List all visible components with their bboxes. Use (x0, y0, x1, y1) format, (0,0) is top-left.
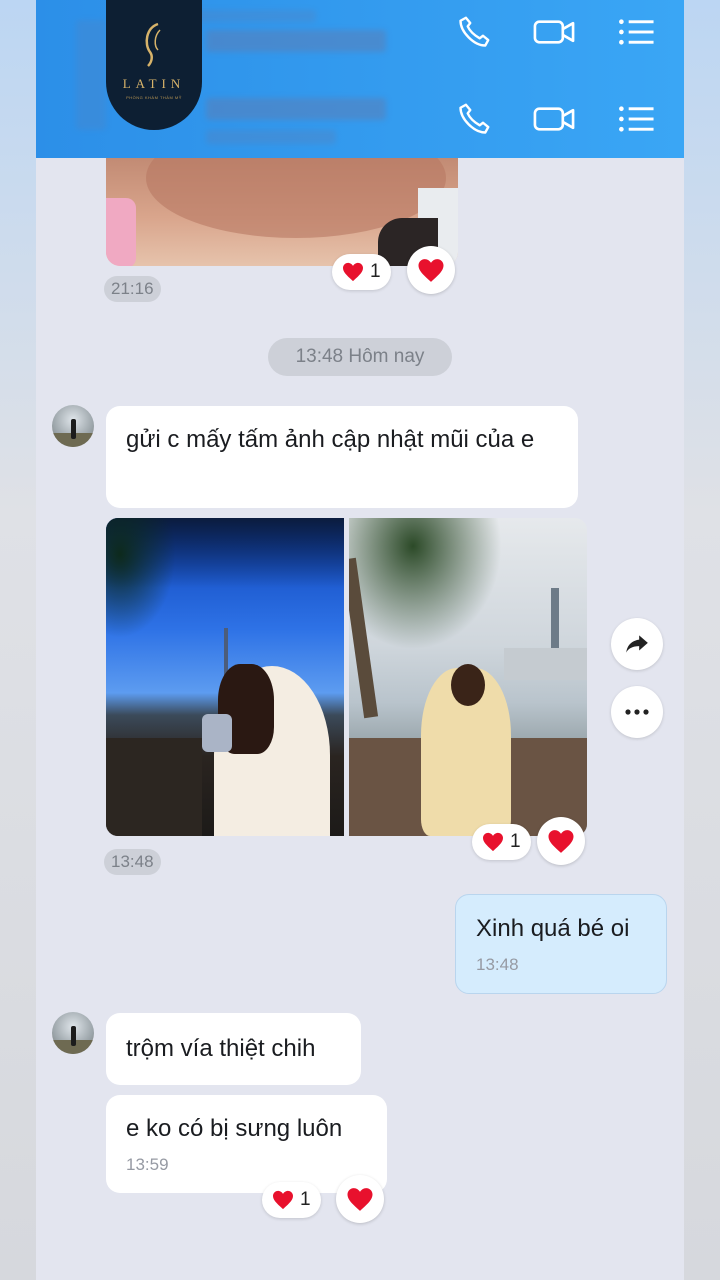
reaction-count[interactable]: 1 (332, 254, 391, 290)
phone-icon[interactable] (452, 97, 496, 141)
left-backdrop (0, 0, 36, 1280)
share-arrow-icon (626, 635, 648, 653)
menu-list-icon[interactable] (614, 10, 658, 54)
photo-2[interactable] (349, 518, 587, 836)
heart-icon (418, 258, 444, 282)
chat-screen: LATIN PHÒNG KHÁM THẨM MỸ 1 21:16 13:48 H… (36, 0, 684, 1280)
avatar[interactable] (52, 405, 94, 447)
message-text: gửi c mấy tấm ảnh cập nhật mũi của e (126, 426, 535, 453)
more-options-button[interactable] (611, 686, 663, 738)
avatar[interactable] (52, 1012, 94, 1054)
heart-icon (343, 262, 363, 282)
video-call-icon[interactable] (532, 10, 576, 54)
reaction-count-value: 1 (510, 831, 521, 852)
heart-icon (548, 829, 574, 853)
date-divider: 13:48 Hôm nay (268, 338, 452, 376)
message-time: 13:59 (126, 1155, 169, 1174)
reaction-count[interactable]: 1 (262, 1182, 321, 1218)
message-text: Xinh quá bé oi (476, 915, 630, 942)
more-dots-icon (625, 709, 649, 715)
reaction-count-value: 1 (300, 1189, 311, 1210)
react-heart-button[interactable] (407, 246, 455, 294)
logo-text: LATIN (122, 76, 186, 91)
message-bubble[interactable]: e ko có bị sưng luôn 13:59 (106, 1095, 387, 1193)
react-heart-button[interactable] (537, 817, 585, 865)
video-call-icon[interactable] (532, 97, 576, 141)
menu-list-icon[interactable] (614, 97, 658, 141)
my-message-bubble[interactable]: Xinh quá bé oi 13:48 (455, 894, 667, 994)
reaction-count[interactable]: 1 (472, 824, 531, 860)
right-backdrop (684, 0, 720, 1280)
message-text: e ko có bị sưng luôn (126, 1115, 343, 1142)
forward-button[interactable] (611, 618, 663, 670)
heart-icon (347, 1187, 373, 1211)
earlier-photo[interactable] (106, 158, 458, 266)
message-bubble[interactable]: trộm vía thiệt chih (106, 1013, 361, 1085)
logo-subtext: PHÒNG KHÁM THẨM MỸ (126, 95, 182, 100)
clinic-logo: LATIN PHÒNG KHÁM THẨM MỸ (106, 0, 202, 130)
heart-icon (273, 1190, 293, 1210)
chat-header: LATIN PHÒNG KHÁM THẨM MỸ (36, 0, 684, 158)
message-time: 13:48 (476, 955, 519, 974)
reaction-count-value: 1 (370, 261, 381, 282)
message-bubble[interactable]: gửi c mấy tấm ảnh cập nhật mũi của e (106, 406, 578, 508)
photo-1[interactable] (106, 518, 344, 836)
face-logo-icon (145, 22, 161, 67)
react-heart-button[interactable] (336, 1175, 384, 1223)
message-text: trộm vía thiệt chih (126, 1035, 316, 1062)
message-time: 13:48 (104, 849, 161, 875)
message-time: 21:16 (104, 276, 161, 302)
heart-icon (483, 832, 503, 852)
phone-icon[interactable] (452, 10, 496, 54)
